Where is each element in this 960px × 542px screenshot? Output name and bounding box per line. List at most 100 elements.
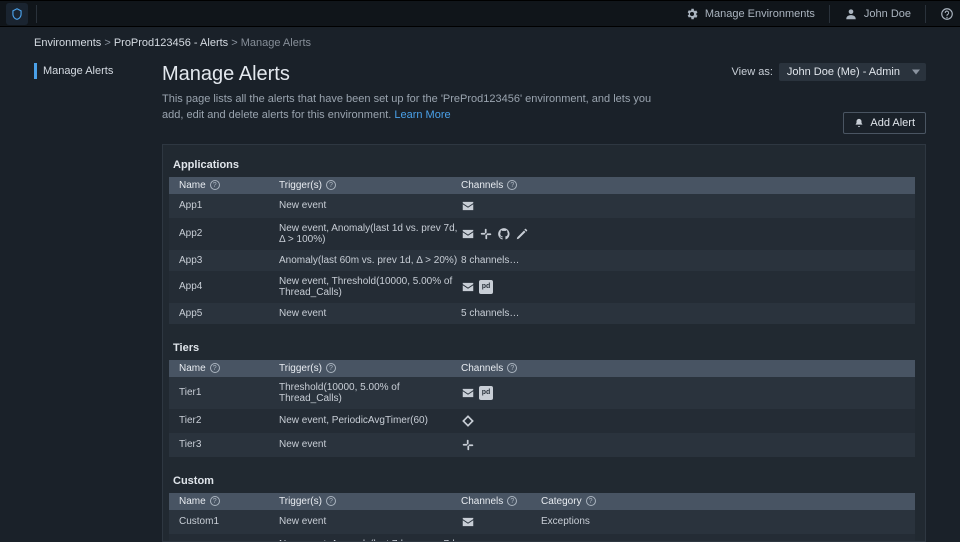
divider [925, 5, 926, 23]
table-header-apps: Name? Trigger(s)? Channels? [169, 177, 915, 194]
sidebar: Manage Alerts [34, 63, 162, 542]
help-icon[interactable]: ? [326, 363, 336, 373]
mail-icon [461, 227, 475, 241]
cell-trigger: New event [279, 308, 461, 319]
table-row[interactable]: App4New event, Threshold(10000, 5.00% of… [169, 271, 915, 303]
breadcrumb-project[interactable]: ProProd123456 - Alerts [114, 37, 228, 49]
topbar: Manage Environments John Doe [0, 1, 960, 27]
table-row[interactable]: App2New event, Anomaly(last 1d vs. prev … [169, 218, 915, 250]
divider [36, 5, 37, 23]
cell-trigger: New event, Threshold(10000, 5.00% of Thr… [279, 276, 461, 298]
help-icon[interactable]: ? [210, 363, 220, 373]
help-link[interactable] [940, 7, 954, 21]
cell-channels: pd [461, 280, 621, 294]
add-alert-label: Add Alert [870, 117, 915, 129]
help-icon[interactable]: ? [586, 496, 596, 506]
learn-more-link[interactable]: Learn More [394, 109, 450, 121]
chevron-down-icon [912, 70, 920, 75]
table-row[interactable]: Custom1New eventExceptions [169, 510, 915, 534]
cell-name: App3 [179, 255, 279, 266]
alerts-scroll[interactable]: Applications Name? Trigger(s)? Channels?… [163, 145, 925, 541]
logo[interactable] [6, 3, 28, 25]
cell-trigger: New event, PeriodicAvgTimer(60) [279, 415, 461, 426]
user-icon [844, 7, 858, 21]
manage-environments-label: Manage Environments [705, 8, 815, 20]
view-as-select[interactable]: John Doe (Me) - Admin [779, 63, 926, 81]
breadcrumb-environments[interactable]: Environments [34, 37, 101, 49]
channels [461, 227, 621, 241]
cell-name: Tier2 [179, 415, 279, 426]
cell-channels [461, 414, 621, 428]
cell-trigger: Anomaly(last 60m vs. prev 1d, Δ > 20%) [279, 255, 461, 266]
channels-text: 5 channels… [461, 308, 519, 319]
help-icon[interactable]: ? [507, 363, 517, 373]
channels: pd [461, 280, 621, 294]
table-header-tiers: Name? Trigger(s)? Channels? [169, 360, 915, 377]
slack-icon [461, 438, 475, 452]
channels [461, 515, 541, 529]
pen-icon [515, 227, 529, 241]
cell-channels: 8 channels… [461, 255, 621, 266]
cell-category: Exceptions [541, 516, 621, 527]
cell-trigger: New event, Anomaly(last 7d vs. prev 7d, … [279, 539, 461, 541]
mail-icon [461, 515, 475, 529]
table-row[interactable]: Tier2New event, PeriodicAvgTimer(60) [169, 409, 915, 433]
channels [461, 414, 621, 428]
sidebar-item-label: Manage Alerts [43, 65, 113, 77]
alerts-panel: Applications Name? Trigger(s)? Channels?… [162, 144, 926, 542]
help-icon[interactable]: ? [507, 180, 517, 190]
help-icon[interactable]: ? [210, 496, 220, 506]
cell-name: App4 [179, 281, 279, 292]
cell-trigger: New event [279, 516, 461, 527]
table-header-custom: Name? Trigger(s)? Channels? Category? [169, 493, 915, 510]
help-icon[interactable]: ? [210, 180, 220, 190]
pagerduty-icon: pd [479, 386, 493, 400]
section-custom: Custom [163, 461, 921, 493]
sidebar-item-manage-alerts[interactable]: Manage Alerts [34, 63, 162, 79]
jira-icon [461, 414, 475, 428]
channels [461, 199, 621, 213]
divider [829, 5, 830, 23]
bell-icon [854, 118, 864, 128]
cell-channels: pd [461, 386, 621, 400]
channels [461, 438, 621, 452]
section-applications: Applications [163, 145, 921, 177]
cell-name: App5 [179, 308, 279, 319]
help-icon[interactable]: ? [326, 496, 336, 506]
page-description: This page lists all the alerts that have… [162, 92, 662, 124]
view-as-label: View as: [732, 66, 773, 78]
breadcrumb: Environments > ProProd123456 - Alerts > … [0, 27, 960, 63]
github-icon [497, 227, 511, 241]
manage-environments-link[interactable]: Manage Environments [685, 7, 815, 21]
cell-channels [461, 227, 621, 241]
mail-icon [461, 280, 475, 294]
add-alert-button[interactable]: Add Alert [843, 112, 926, 134]
cell-channels [461, 438, 621, 452]
cell-trigger: New event [279, 439, 461, 450]
cell-trigger: New event [279, 200, 461, 211]
help-icon[interactable]: ? [507, 496, 517, 506]
cell-trigger: Threshold(10000, 5.00% of Thread_Calls) [279, 382, 461, 404]
breadcrumb-current: Manage Alerts [241, 37, 311, 49]
cell-trigger: New event, Anomaly(last 1d vs. prev 7d, … [279, 223, 461, 245]
table-row[interactable]: App3Anomaly(last 60m vs. prev 1d, Δ > 20… [169, 250, 915, 271]
table-row[interactable]: Tier3New event [169, 433, 915, 457]
cell-name: Tier1 [179, 387, 279, 398]
section-tiers: Tiers [163, 328, 921, 360]
cell-name: Tier3 [179, 439, 279, 450]
help-icon[interactable]: ? [326, 180, 336, 190]
cell-channels [461, 515, 541, 529]
table-row[interactable]: App1New event [169, 194, 915, 218]
table-row[interactable]: App5New event5 channels… [169, 303, 915, 324]
page-title: Manage Alerts [162, 63, 662, 86]
table-row[interactable]: Tier1Threshold(10000, 5.00% of Thread_Ca… [169, 377, 915, 409]
channels: pd [461, 386, 621, 400]
user-menu[interactable]: John Doe [844, 7, 911, 21]
mail-icon [461, 386, 475, 400]
cell-name: App2 [179, 228, 279, 239]
channels-text: 8 channels… [461, 255, 519, 266]
slack-icon [479, 227, 493, 241]
table-row[interactable]: Custom2New event, Anomaly(last 7d vs. pr… [169, 534, 915, 541]
gear-icon [685, 7, 699, 21]
help-icon [940, 7, 954, 21]
